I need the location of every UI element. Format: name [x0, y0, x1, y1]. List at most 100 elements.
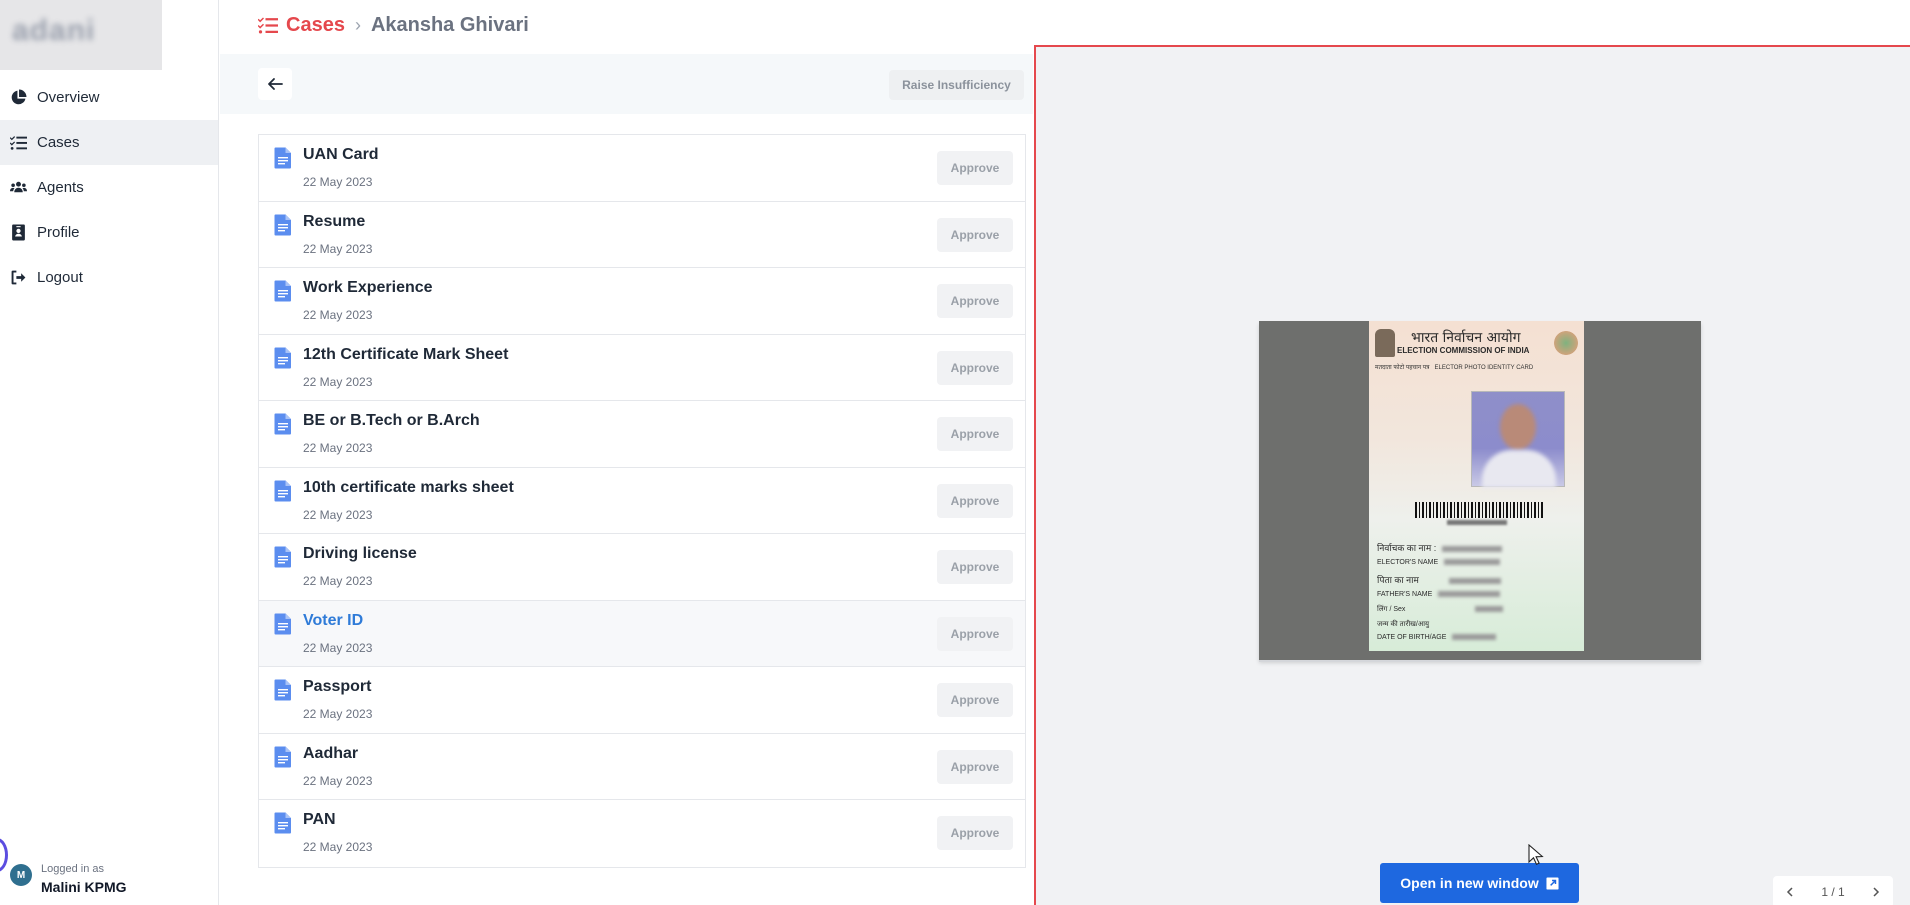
- document-row[interactable]: Driving license 22 May 2023 Approve: [259, 534, 1025, 601]
- document-row[interactable]: Voter ID 22 May 2023 Approve: [259, 600, 1025, 667]
- document-row[interactable]: 12th Certificate Mark Sheet 22 May 2023 Ap…: [259, 335, 1025, 401]
- photo-blurred: [1471, 391, 1565, 488]
- document-row[interactable]: PAN 22 May 2023 Approve: [259, 800, 1025, 867]
- brand-logo[interactable]: adani: [0, 0, 162, 70]
- help-widget-ring[interactable]: [0, 838, 8, 872]
- approve-button[interactable]: Approve: [937, 550, 1013, 584]
- document-row[interactable]: UAN Card 22 May 2023 Approve: [259, 135, 1025, 202]
- document-title-link[interactable]: PAN: [303, 811, 336, 829]
- page-pager: 1 / 1: [1773, 876, 1893, 905]
- document-list: UAN Card 22 May 2023 Approve Resume 22 May 2…: [258, 134, 1026, 868]
- approve-button[interactable]: Approve: [937, 749, 1013, 784]
- mouse-cursor-icon: [1528, 844, 1544, 866]
- prev-page-button[interactable]: [1783, 885, 1797, 899]
- document-file-icon: [274, 812, 292, 834]
- document-file-icon: [274, 480, 292, 502]
- document-row[interactable]: Aadhar 22 May 2023 Approve: [259, 734, 1025, 800]
- document-date: 22 May 2023: [303, 640, 373, 655]
- document-title-link[interactable]: 10th certificate marks sheet: [303, 479, 514, 497]
- breadcrumb-cases-link[interactable]: Cases: [286, 14, 345, 37]
- app-root: adani Overview Cases Agents Profile Logo…: [0, 0, 1910, 905]
- card-subtitle: मतदाता फोटो पहचान पत्र ELECTOR PHOTO IDE…: [1375, 363, 1533, 371]
- page-indicator: 1 / 1: [1821, 885, 1845, 899]
- breadcrumb: Cases › Akansha Ghivari: [258, 12, 529, 38]
- document-title-link[interactable]: Passport: [303, 678, 371, 696]
- sidebar-item-agents[interactable]: Agents: [0, 165, 218, 210]
- document-row[interactable]: Resume 22 May 2023 Approve: [259, 202, 1025, 268]
- card-hindi-title: भारत निर्वाचन आयोग: [1411, 330, 1521, 346]
- document-file-icon: [274, 679, 292, 701]
- chevron-left-icon: [1786, 887, 1793, 897]
- document-file-icon: [274, 214, 292, 236]
- sidebar-nav: Overview Cases Agents Profile Logout: [0, 75, 218, 300]
- sidebar-item-label: Agents: [37, 179, 84, 196]
- dob-hindi-row: जन्म की तारीख/आयु: [1377, 621, 1430, 628]
- open-in-new-window-button[interactable]: Open in new window: [1380, 863, 1579, 903]
- approve-button[interactable]: Approve: [937, 151, 1013, 185]
- approve-button[interactable]: Approve: [937, 417, 1013, 451]
- document-title-link[interactable]: Work Experience: [303, 279, 433, 297]
- document-file-icon: [274, 546, 292, 568]
- logged-in-label: Logged in as: [41, 863, 104, 875]
- sidebar-item-profile[interactable]: Profile: [0, 210, 218, 255]
- document-title-link[interactable]: Voter ID: [303, 612, 363, 630]
- dob-row: DATE OF BIRTH/AGE: [1377, 634, 1497, 641]
- document-title-link[interactable]: BE or B.Tech or B.Arch: [303, 412, 480, 430]
- approve-button[interactable]: Approve: [937, 284, 1013, 318]
- document-title-link[interactable]: 12th Certificate Mark Sheet: [303, 346, 508, 364]
- document-file-icon: [274, 613, 292, 635]
- document-date: 22 May 2023: [303, 374, 373, 389]
- sidebar-item-label: Overview: [37, 89, 100, 106]
- document-row[interactable]: BE or B.Tech or B.Arch 22 May 2023 Approve: [259, 401, 1025, 468]
- approve-button[interactable]: Approve: [937, 350, 1013, 385]
- document-title-link[interactable]: Aadhar: [303, 745, 358, 763]
- users-icon: [9, 179, 27, 197]
- document-row[interactable]: Work Experience 22 May 2023 Approve: [259, 268, 1025, 335]
- raise-insufficiency-button[interactable]: Raise Insufficiency: [889, 70, 1024, 100]
- document-date: 22 May 2023: [303, 175, 373, 189]
- father-name-row: FATHER'S NAME: [1377, 591, 1501, 598]
- card-subtitle-hindi: मतदाता फोटो पहचान पत्र: [1375, 365, 1430, 371]
- document-row[interactable]: Passport 22 May 2023 Approve: [259, 667, 1025, 734]
- sidebar-item-logout[interactable]: Logout: [0, 255, 218, 300]
- document-title-link[interactable]: Driving license: [303, 545, 417, 563]
- document-date: 22 May 2023: [303, 507, 373, 522]
- document-toolbar: Raise Insufficiency: [220, 54, 1033, 114]
- father-name-hindi-row: पिता का नाम: [1377, 573, 1501, 586]
- elector-name-hindi-row: निर्वाचक का नाम :: [1377, 541, 1503, 554]
- approve-button[interactable]: Approve: [937, 616, 1013, 651]
- photo-body: [1482, 450, 1556, 488]
- sidebar-item-cases[interactable]: Cases: [0, 120, 218, 165]
- document-date: 22 May 2023: [303, 308, 373, 322]
- id-badge-icon: [9, 224, 27, 242]
- sex-row: लिंग / Sex: [1377, 605, 1504, 614]
- approve-button[interactable]: Approve: [937, 816, 1013, 850]
- national-emblem-icon: [1375, 329, 1395, 357]
- back-button[interactable]: [258, 68, 292, 100]
- approve-button[interactable]: Approve: [937, 483, 1013, 518]
- sidebar-item-label: Logout: [37, 269, 83, 286]
- document-file-icon: [274, 413, 292, 435]
- document-title-link[interactable]: Resume: [303, 213, 365, 231]
- avatar[interactable]: M: [10, 864, 32, 886]
- sidebar-item-label: Profile: [37, 224, 80, 241]
- approve-button[interactable]: Approve: [937, 683, 1013, 717]
- sidebar-item-overview[interactable]: Overview: [0, 75, 218, 120]
- preview-page: भारत निर्वाचन आयोग ELECTION COMMISSION O…: [1259, 321, 1701, 660]
- list-check-icon: [9, 134, 27, 152]
- document-title-link[interactable]: UAN Card: [303, 146, 379, 164]
- document-row[interactable]: 10th certificate marks sheet 22 May 2023 A…: [259, 468, 1025, 534]
- user-name: Malini KPMG: [41, 879, 127, 895]
- next-page-button[interactable]: [1869, 885, 1883, 899]
- brand-logo-text: adani: [12, 14, 96, 47]
- document-file-icon: [274, 280, 292, 302]
- chart-pie-icon: [9, 89, 27, 107]
- photo-face: [1500, 404, 1536, 450]
- document-date: 22 May 2023: [303, 707, 373, 721]
- arrow-left-icon: [268, 78, 283, 90]
- list-check-icon: [258, 15, 278, 35]
- document-date: 22 May 2023: [303, 574, 373, 588]
- elector-name-row: ELECTOR'S NAME: [1377, 559, 1501, 566]
- approve-button[interactable]: Approve: [937, 217, 1013, 252]
- logout-icon: [9, 269, 27, 287]
